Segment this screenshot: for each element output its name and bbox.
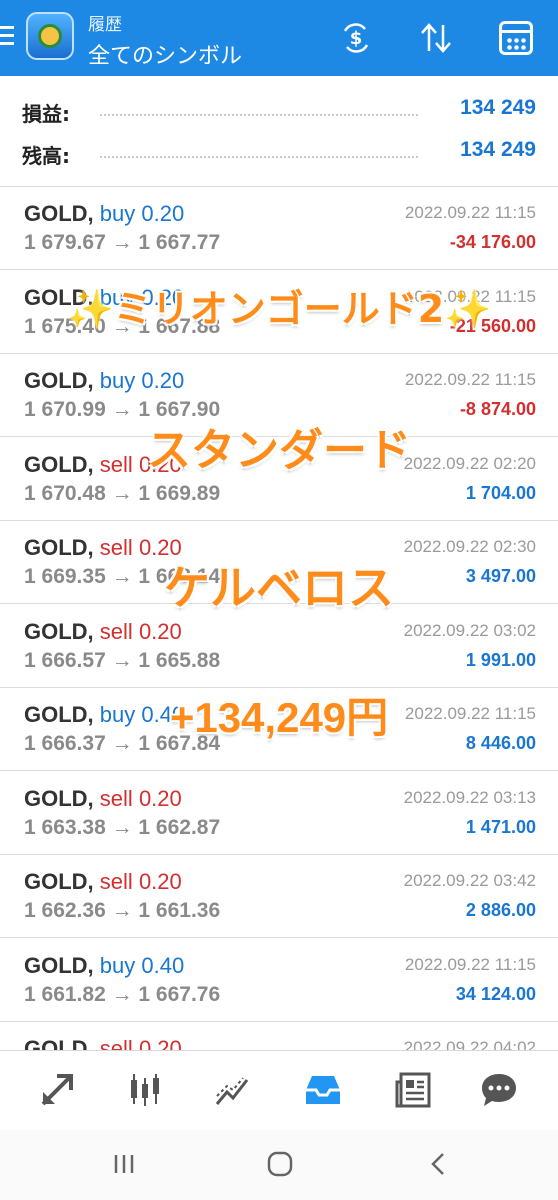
calendar-icon[interactable] bbox=[496, 18, 536, 58]
app-header: 履歴 全てのシンボル $ bbox=[0, 0, 558, 76]
trade-symbol: GOLD, bbox=[24, 952, 94, 978]
trade-side: sell bbox=[99, 869, 133, 894]
header-subtitle: 履歴 bbox=[88, 15, 122, 35]
trade-side: buy bbox=[99, 368, 136, 393]
back-icon[interactable] bbox=[418, 1146, 458, 1182]
trade-volume: 0.20 bbox=[141, 368, 185, 393]
system-nav-bar bbox=[0, 1130, 558, 1200]
trade-symbol: GOLD, bbox=[24, 201, 94, 226]
trade-symbol-line: GOLD, sell 0.20 bbox=[24, 786, 182, 812]
trade-time: 2022.09.22 03:13 bbox=[403, 787, 536, 807]
svg-text:$: $ bbox=[350, 28, 363, 49]
trade-icon[interactable] bbox=[208, 1065, 258, 1115]
dotted-leader bbox=[100, 114, 418, 116]
home-icon[interactable] bbox=[260, 1146, 300, 1182]
header-title[interactable]: 全てのシンボル bbox=[88, 38, 242, 70]
trade-volume: 0.20 bbox=[141, 201, 185, 226]
overlay-title: ✨ミリオンゴールド2✨ bbox=[0, 278, 558, 333]
chat-icon[interactable] bbox=[474, 1065, 524, 1115]
trade-side: sell bbox=[99, 618, 133, 644]
trade-symbol-line: GOLD, buy 0.20 bbox=[24, 368, 184, 394]
trade-prices: 1 666.57 → 1 665.88 bbox=[24, 648, 221, 672]
trade-volume: 0.20 bbox=[138, 618, 182, 644]
trade-prices: 1 670.48 → 1 669.89 bbox=[24, 481, 221, 505]
profit-value: 134 249 bbox=[460, 96, 536, 119]
trade-prices: 1 663.38 → 1 662.87 bbox=[24, 815, 221, 839]
app-logo-icon bbox=[26, 12, 74, 60]
trade-profit: 2 886.00 bbox=[465, 900, 536, 920]
overlay-line-3: ケルベロス bbox=[164, 561, 394, 615]
trade-time: 2022.09.22 11:15 bbox=[404, 203, 536, 222]
balance-row: 残高: 134 249 bbox=[0, 130, 558, 172]
trade-profit: 1 471.00 bbox=[465, 816, 536, 837]
sparkle-icon: ✨ bbox=[444, 287, 492, 331]
balance-label: 残高: bbox=[22, 144, 70, 168]
trade-prices: 1 679.67 → 1 667.77 bbox=[24, 231, 221, 254]
trade-symbol: GOLD, bbox=[24, 869, 94, 894]
trade-time: 2022.09.22 11:15 bbox=[404, 370, 536, 389]
trade-volume: 0.20 bbox=[138, 869, 182, 894]
trade-row[interactable]: GOLD, buy 0.40 1 661.82 → 1 667.76 2022.09… bbox=[0, 938, 558, 1022]
trade-profit: 34 124.00 bbox=[455, 983, 536, 1004]
trade-volume: 0.40 bbox=[141, 952, 185, 978]
trade-time: 2022.09.22 03:42 bbox=[403, 871, 536, 890]
trade-side: buy bbox=[99, 952, 136, 978]
recent-apps-icon[interactable] bbox=[104, 1146, 144, 1182]
trade-profit: -34 176.00 bbox=[449, 232, 536, 252]
balance-value: 134 249 bbox=[460, 138, 536, 161]
trade-prices: 1 661.82 → 1 667.76 bbox=[24, 982, 221, 1006]
trade-volume: 0.20 bbox=[138, 785, 182, 811]
trade-prices: 1 662.36 → 1 661.36 bbox=[24, 899, 221, 922]
trade-symbol-line: GOLD, buy 0.40 bbox=[24, 953, 184, 979]
sort-icon[interactable] bbox=[416, 18, 456, 58]
bottom-nav bbox=[0, 1050, 558, 1130]
history-icon[interactable] bbox=[298, 1065, 348, 1115]
trade-symbol: GOLD, bbox=[24, 618, 94, 644]
news-icon[interactable] bbox=[388, 1065, 438, 1115]
trade-symbol: GOLD, bbox=[24, 368, 94, 393]
overlay-line-2: スタンダード bbox=[147, 425, 411, 476]
trade-profit: 1 991.00 bbox=[465, 649, 536, 670]
trade-symbol-line: GOLD, sell 0.20 bbox=[24, 619, 182, 645]
quotes-icon[interactable] bbox=[32, 1065, 82, 1115]
trade-row[interactable]: GOLD, sell 0.20 1 662.36 → 1 661.36 2022.0… bbox=[0, 855, 558, 938]
trade-side: sell bbox=[99, 785, 133, 811]
trade-time: 2022.09.22 11:15 bbox=[404, 954, 536, 974]
trade-side: buy bbox=[99, 201, 136, 226]
menu-icon[interactable] bbox=[0, 26, 14, 48]
trade-symbol: GOLD, bbox=[24, 785, 94, 811]
trade-profit: 1 704.00 bbox=[465, 482, 536, 503]
trade-symbol-line: GOLD, sell 0.20 bbox=[24, 869, 182, 895]
summary-panel: 損益: 134 249 残高: 134 249 bbox=[0, 88, 558, 172]
trade-symbol-line: GOLD, buy 0.20 bbox=[24, 201, 184, 227]
overlay-line-1: ミリオンゴールド2 bbox=[113, 287, 445, 331]
overlay-line-4: +134,249円 bbox=[169, 694, 389, 741]
profit-row: 損益: 134 249 bbox=[0, 88, 558, 130]
trade-row[interactable]: GOLD, sell 0.20 1 663.38 → 1 662.87 2022.0… bbox=[0, 771, 558, 855]
sparkle-icon: ✨ bbox=[66, 287, 114, 331]
dotted-leader bbox=[100, 156, 418, 158]
chart-icon[interactable] bbox=[120, 1065, 170, 1115]
currency-exchange-icon[interactable]: $ bbox=[336, 18, 376, 58]
trade-time: 2022.09.22 03:02 bbox=[403, 620, 536, 640]
profit-label: 損益: bbox=[22, 102, 70, 126]
trade-row[interactable]: GOLD, buy 0.20 1 679.67 → 1 667.77 2022.09… bbox=[0, 187, 558, 270]
